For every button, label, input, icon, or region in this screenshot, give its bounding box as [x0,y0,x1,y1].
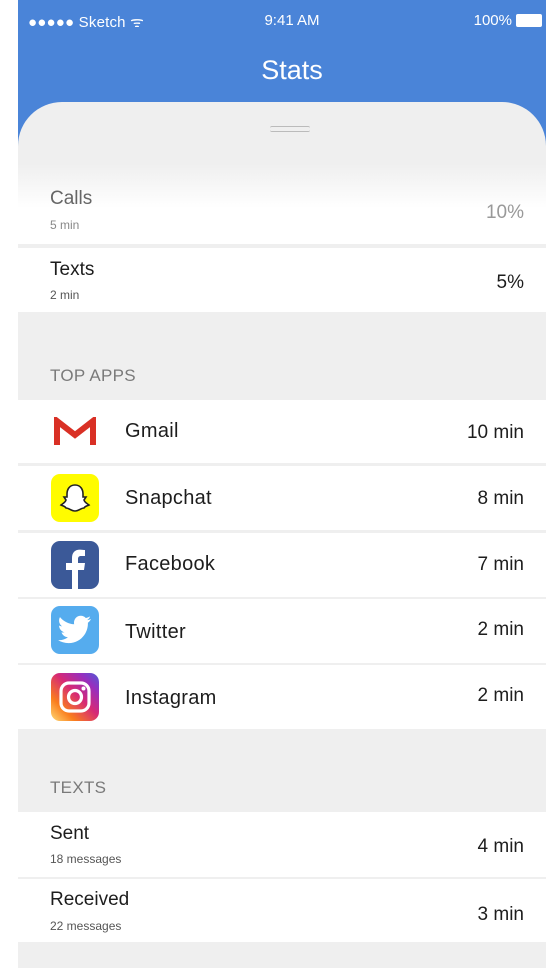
app-row-twitter[interactable]: Twitter 2 min [18,599,546,663]
battery-percent: 100% [473,12,512,29]
section-header-texts: TEXTS [50,778,107,797]
battery-icon [516,14,542,27]
usage-label: Calls [50,188,93,209]
usage-sub: 2 min [50,288,80,302]
snapchat-icon [51,474,99,522]
app-time: 10 min [466,422,524,443]
usage-row-calls[interactable]: Calls 5 min 10% [18,164,546,244]
instagram-icon [51,673,99,721]
usage-label: Texts [50,259,95,280]
usage-sub: 5 min [50,218,80,232]
stats-sheet[interactable]: Calls 5 min 10% Texts 2 min 5% TOP APPS … [18,102,546,968]
app-name: Gmail [125,420,179,442]
app-name: Snapchat [125,487,212,509]
text-row-sent[interactable]: Sent 18 messages 4 min [18,812,546,877]
text-sub: 18 messages [50,852,122,866]
app-time: 7 min [477,554,524,575]
app-name: Twitter [125,621,186,643]
usage-value: 10% [485,202,524,223]
text-sub: 22 messages [50,919,122,933]
usage-row-texts[interactable]: Texts 2 min 5% [18,248,546,312]
text-label: Sent [50,823,90,844]
clock: 9:41 AM [264,12,320,29]
twitter-icon [51,606,99,654]
app-time: 2 min [477,685,524,706]
facebook-icon [51,541,99,589]
usage-value: 5% [496,272,524,293]
app-name: Facebook [125,553,216,575]
text-row-received[interactable]: Received 22 messages 3 min [18,879,546,942]
status-bar: ●●●●● Sketch ᯤ 9:41 AM 100% [18,0,546,40]
text-label: Received [50,889,130,910]
battery-indicator: 100% [474,12,542,29]
app-row-facebook[interactable]: Facebook 7 min [18,533,546,597]
app-time: 8 min [477,488,524,509]
text-value: 3 min [477,904,524,925]
phone-screen: ●●●●● Sketch ᯤ 9:41 AM 100% Stats Calls … [18,0,546,968]
text-value: 4 min [477,836,524,857]
app-row-instagram[interactable]: Instagram 2 min [18,665,546,729]
app-time: 2 min [477,619,524,640]
section-header-top-apps: TOP APPS [50,366,136,385]
app-name: Instagram [125,687,217,709]
app-row-gmail[interactable]: Gmail 10 min [18,400,546,463]
page-title: Stats [261,55,323,85]
gmail-icon [51,408,99,456]
app-row-snapchat[interactable]: Snapchat 8 min [18,466,546,530]
sheet-grabber-handle[interactable] [270,126,310,132]
